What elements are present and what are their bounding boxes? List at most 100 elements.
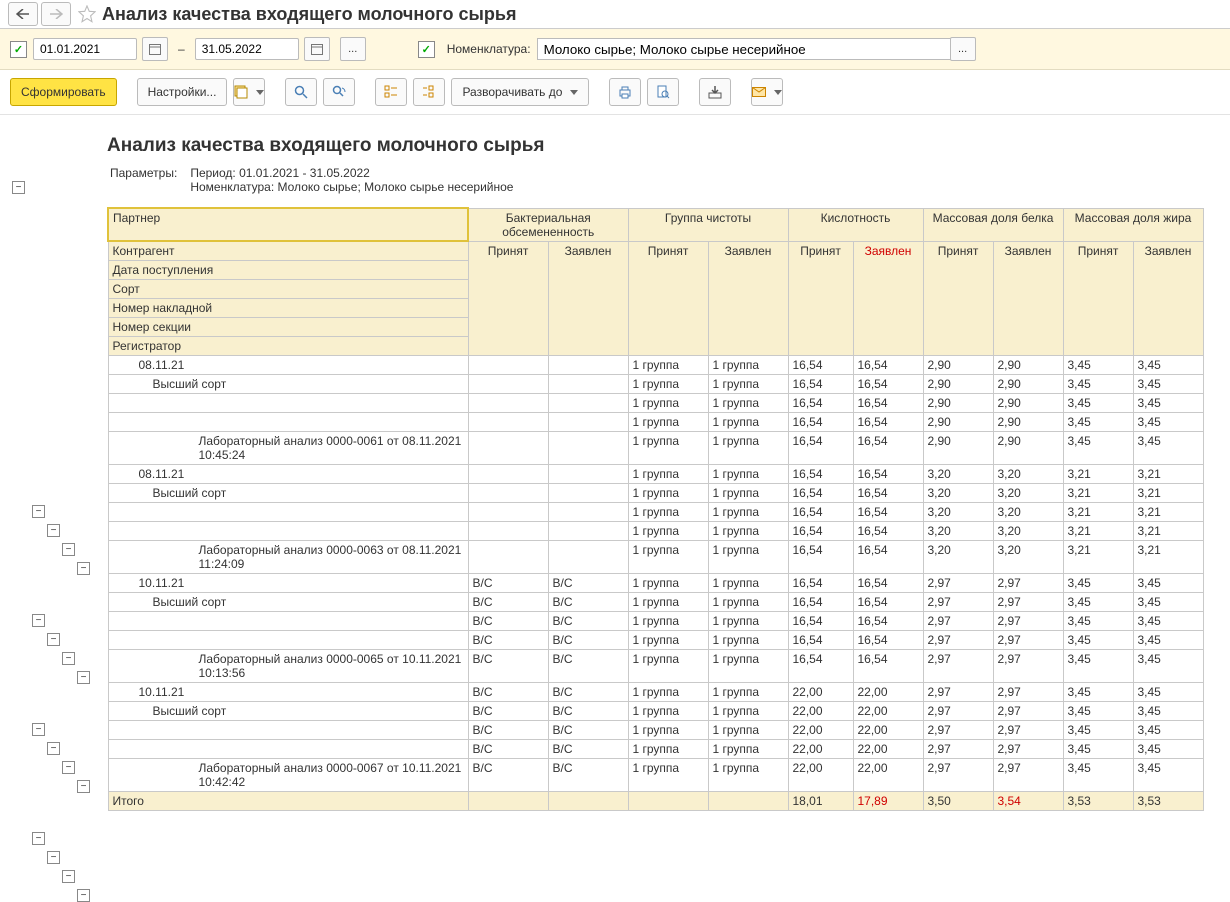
row-label[interactable]: Высший сорт bbox=[108, 484, 468, 503]
cell: 16,54 bbox=[853, 432, 923, 465]
hdr-group-0[interactable]: Бактериальная обсемененность bbox=[468, 208, 628, 241]
calendar-from-button[interactable] bbox=[142, 37, 168, 61]
hdr-accepted-2[interactable]: Принят bbox=[788, 241, 853, 356]
hdr-invoice[interactable]: Номер накладной bbox=[108, 299, 468, 318]
hdr-accepted-4[interactable]: Принят bbox=[1063, 241, 1133, 356]
forward-button[interactable] bbox=[41, 2, 71, 26]
variants-button[interactable] bbox=[233, 78, 265, 106]
tree-toggle[interactable]: − bbox=[32, 614, 45, 627]
hdr-group-3[interactable]: Массовая доля белка bbox=[923, 208, 1063, 241]
row-label[interactable] bbox=[108, 721, 468, 740]
row-label[interactable]: Высший сорт bbox=[108, 375, 468, 394]
row-label[interactable]: 10.11.21 bbox=[108, 683, 468, 702]
email-button[interactable] bbox=[751, 78, 783, 106]
nomenclature-select-button[interactable]: ... bbox=[950, 37, 976, 61]
period-checkbox[interactable]: ✓ bbox=[10, 41, 27, 58]
cell: В/С bbox=[548, 612, 628, 631]
tree-toggle[interactable]: − bbox=[47, 633, 60, 646]
favorite-star-icon[interactable] bbox=[78, 5, 96, 23]
tree-toggle[interactable]: − bbox=[47, 851, 60, 864]
row-label[interactable]: Высший сорт bbox=[108, 702, 468, 721]
hdr-section[interactable]: Номер секции bbox=[108, 318, 468, 337]
row-label[interactable] bbox=[108, 413, 468, 432]
hdr-kontragent[interactable]: Контрагент bbox=[108, 241, 468, 261]
tree-toggle[interactable]: − bbox=[47, 524, 60, 537]
hdr-sort[interactable]: Сорт bbox=[108, 280, 468, 299]
hdr-declared-1[interactable]: Заявлен bbox=[708, 241, 788, 356]
total-cell: 3,54 bbox=[993, 792, 1063, 811]
hdr-group-4[interactable]: Массовая доля жира bbox=[1063, 208, 1203, 241]
find-next-button[interactable] bbox=[323, 78, 355, 106]
tree-toggle[interactable]: − bbox=[32, 832, 45, 845]
row-label[interactable] bbox=[108, 612, 468, 631]
save-button[interactable] bbox=[699, 78, 731, 106]
find-button[interactable] bbox=[285, 78, 317, 106]
tree-toggle[interactable]: − bbox=[77, 889, 90, 902]
generate-button[interactable]: Сформировать bbox=[10, 78, 117, 106]
cell: 3,45 bbox=[1133, 650, 1203, 683]
expand-all-button[interactable] bbox=[413, 78, 445, 106]
tree-toggle[interactable]: − bbox=[62, 761, 75, 774]
period-select-button[interactable]: ... bbox=[340, 37, 366, 61]
row-label[interactable] bbox=[108, 394, 468, 413]
row-label[interactable]: Лабораторный анализ 0000-0067 от 10.11.2… bbox=[108, 759, 468, 792]
collapse-all-button[interactable] bbox=[375, 78, 407, 106]
tree-toggle[interactable]: − bbox=[77, 562, 90, 575]
tree-toggle[interactable]: − bbox=[62, 543, 75, 556]
cell: 3,45 bbox=[1063, 375, 1133, 394]
calendar-to-button[interactable] bbox=[304, 37, 330, 61]
hdr-declared-4[interactable]: Заявлен bbox=[1133, 241, 1203, 356]
cell: 3,45 bbox=[1133, 740, 1203, 759]
settings-button[interactable]: Настройки... bbox=[137, 78, 228, 106]
row-label[interactable]: Высший сорт bbox=[108, 593, 468, 612]
row-label[interactable]: Лабораторный анализ 0000-0063 от 08.11.2… bbox=[108, 541, 468, 574]
cell: 2,90 bbox=[923, 394, 993, 413]
nomenclature-input[interactable] bbox=[537, 38, 951, 60]
hdr-accepted-1[interactable]: Принят bbox=[628, 241, 708, 356]
cell: 1 группа bbox=[708, 702, 788, 721]
row-label[interactable]: Лабораторный анализ 0000-0065 от 10.11.2… bbox=[108, 650, 468, 683]
cell: 2,90 bbox=[923, 432, 993, 465]
hdr-accepted-0[interactable]: Принят bbox=[468, 241, 548, 356]
hdr-group-2[interactable]: Кислотность bbox=[788, 208, 923, 241]
row-label[interactable] bbox=[108, 631, 468, 650]
cell: 1 группа bbox=[628, 522, 708, 541]
tree-collapse-root[interactable]: − bbox=[12, 181, 25, 194]
tree-toggle[interactable]: − bbox=[32, 723, 45, 736]
hdr-date[interactable]: Дата поступления bbox=[108, 261, 468, 280]
tree-toggle[interactable]: − bbox=[47, 742, 60, 755]
cell: 16,54 bbox=[853, 375, 923, 394]
expand-to-button[interactable]: Разворачивать до bbox=[451, 78, 589, 106]
back-button[interactable] bbox=[8, 2, 38, 26]
cell: 1 группа bbox=[708, 394, 788, 413]
cell bbox=[548, 432, 628, 465]
tree-toggle[interactable]: − bbox=[32, 505, 45, 518]
tree-column: − −−−−−−−−−−−−−−−− bbox=[12, 135, 107, 811]
row-label[interactable]: 10.11.21 bbox=[108, 574, 468, 593]
hdr-declared-3[interactable]: Заявлен bbox=[993, 241, 1063, 356]
hdr-declared-0[interactable]: Заявлен bbox=[548, 241, 628, 356]
tree-toggle[interactable]: − bbox=[77, 671, 90, 684]
cell: 16,54 bbox=[853, 574, 923, 593]
row-label[interactable]: 08.11.21 bbox=[108, 356, 468, 375]
nomenclature-checkbox[interactable]: ✓ bbox=[418, 41, 435, 58]
cell: 2,90 bbox=[923, 413, 993, 432]
cell: 3,21 bbox=[1133, 503, 1203, 522]
hdr-registrator[interactable]: Регистратор bbox=[108, 337, 468, 356]
row-label[interactable]: 08.11.21 bbox=[108, 465, 468, 484]
hdr-declared-2[interactable]: Заявлен bbox=[853, 241, 923, 356]
date-to-input[interactable] bbox=[195, 38, 299, 60]
print-button[interactable] bbox=[609, 78, 641, 106]
tree-toggle[interactable]: − bbox=[77, 780, 90, 793]
preview-button[interactable] bbox=[647, 78, 679, 106]
row-label[interactable]: Лабораторный анализ 0000-0061 от 08.11.2… bbox=[108, 432, 468, 465]
hdr-partner[interactable]: Партнер bbox=[108, 208, 468, 241]
row-label[interactable] bbox=[108, 522, 468, 541]
row-label[interactable] bbox=[108, 503, 468, 522]
row-label[interactable] bbox=[108, 740, 468, 759]
tree-toggle[interactable]: − bbox=[62, 652, 75, 665]
date-from-input[interactable] bbox=[33, 38, 137, 60]
hdr-group-1[interactable]: Группа чистоты bbox=[628, 208, 788, 241]
tree-toggle[interactable]: − bbox=[62, 870, 75, 883]
hdr-accepted-3[interactable]: Принят bbox=[923, 241, 993, 356]
